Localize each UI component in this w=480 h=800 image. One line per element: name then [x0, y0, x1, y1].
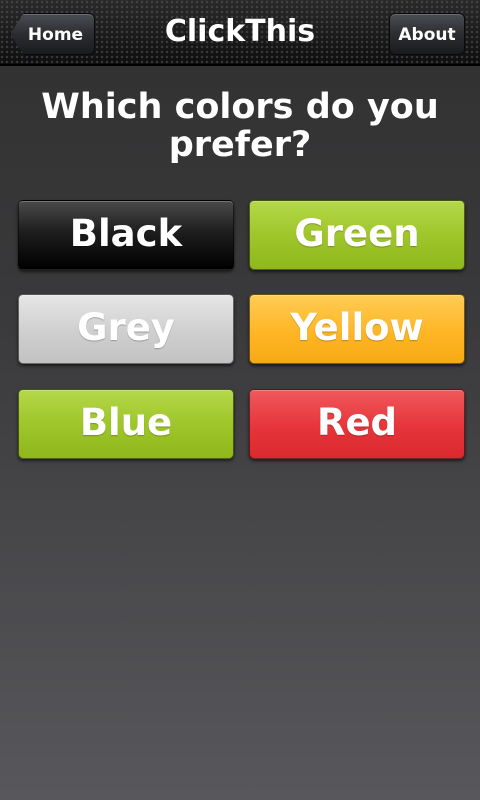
question-text: Which colors do you prefer? — [41, 87, 439, 165]
color-option-green[interactable]: Green — [249, 200, 465, 270]
color-option-blue[interactable]: Blue — [18, 389, 234, 459]
top-bar: Home ClickThis About — [0, 0, 480, 66]
color-option-yellow[interactable]: Yellow — [249, 294, 465, 364]
color-option-black[interactable]: Black — [18, 200, 234, 270]
about-button[interactable]: About — [389, 13, 465, 55]
color-option-grey[interactable]: Grey — [18, 294, 234, 364]
color-option-red[interactable]: Red — [249, 389, 465, 459]
